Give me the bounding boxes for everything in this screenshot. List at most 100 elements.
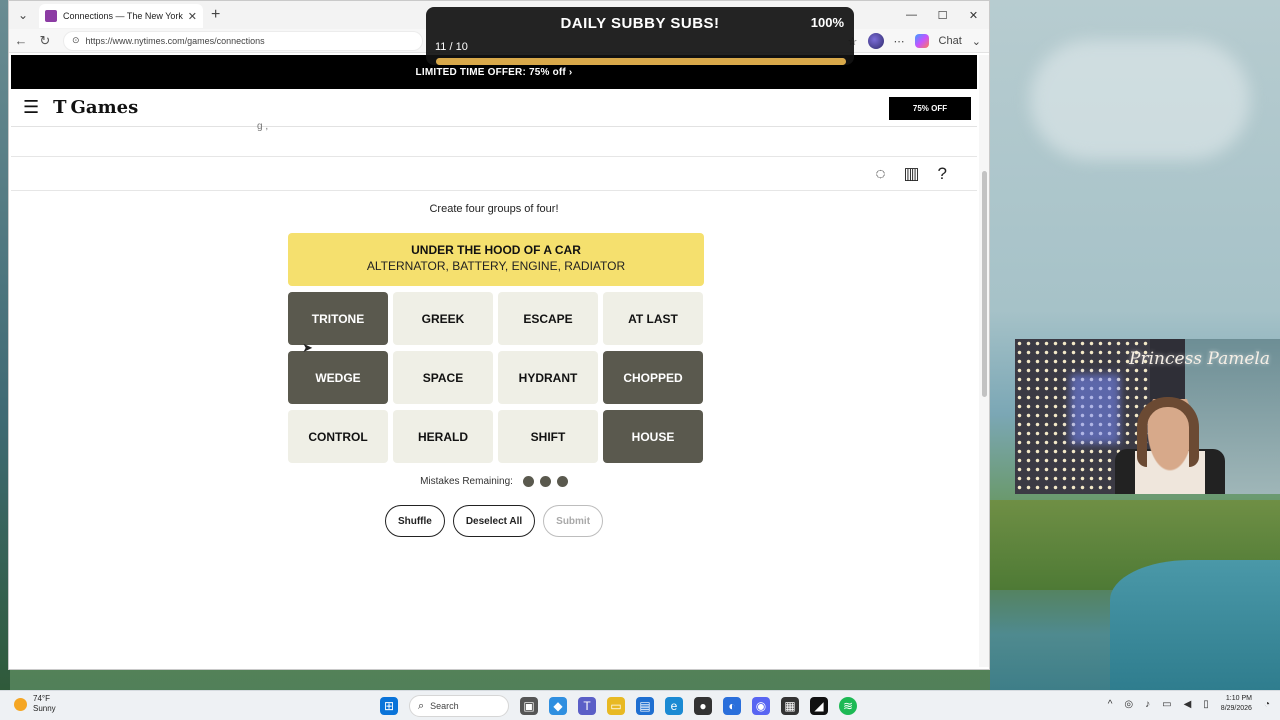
minimize-icon[interactable]: —: [896, 1, 927, 29]
hamburger-menu-icon[interactable]: ☰: [23, 97, 39, 118]
weather-text: 74°F Sunny: [33, 694, 56, 714]
discord-icon[interactable]: ◉: [752, 697, 770, 715]
clock-date: 8/29/2026: [1220, 705, 1252, 712]
nyt-games-logo[interactable]: T Games: [53, 97, 138, 118]
clock[interactable]: 1:10 PM 8/29/2026: [1221, 694, 1252, 714]
tray-chevron-icon[interactable]: ^: [1108, 699, 1113, 710]
word-tile[interactable]: HERALD: [393, 410, 493, 463]
overlay-title: DAILY SUBBY SUBS!: [560, 15, 720, 32]
submit-button[interactable]: Submit: [543, 505, 604, 537]
scrollbar-thumb[interactable]: [982, 171, 987, 397]
solved-group-name: UNDER THE HOOD OF A CAR: [411, 243, 581, 257]
maximize-icon[interactable]: ☐: [927, 1, 958, 29]
word-tile[interactable]: ESCAPE: [498, 292, 598, 345]
url-text: https://www.nytimes.com/games/connection…: [85, 35, 265, 46]
copilot-icon[interactable]: [914, 34, 929, 48]
volume-icon[interactable]: ◀: [1184, 699, 1192, 710]
tab-connections[interactable]: Connections — The New York Tim ✕: [39, 4, 203, 28]
solved-group-words: ALTERNATOR, BATTERY, ENGINE, RADIATOR: [366, 259, 626, 273]
taskbar: 74°F Sunny ⊞ ⌕ Search ▣ ◆ T ▭ ▤ e ● ◐ ◉ …: [0, 690, 1280, 720]
edge-icon[interactable]: e: [665, 697, 683, 715]
webcam-streamer-hair: [1137, 397, 1199, 467]
word-tile[interactable]: GREEK: [393, 292, 493, 345]
hint-lightbulb-icon[interactable]: ◌: [875, 164, 885, 184]
window-controls: — ☐ ✕: [896, 1, 989, 29]
close-window-icon[interactable]: ✕: [958, 1, 989, 29]
obs-icon[interactable]: ●: [694, 697, 712, 715]
game-subheader: g ,: [11, 121, 977, 157]
site-info-icon[interactable]: ⊙: [72, 35, 80, 46]
profile-avatar[interactable]: [867, 33, 884, 49]
weather-temp: 74°F: [33, 694, 50, 703]
chat-chevron-icon[interactable]: ⌄: [972, 35, 981, 48]
deselect-all-button[interactable]: Deselect All: [452, 505, 536, 537]
refresh-icon[interactable]: ↻: [33, 33, 57, 49]
browser-window: ⌄ Connections — The New York Tim ✕ + — ☐…: [8, 0, 990, 670]
display-icon[interactable]: ▭: [1162, 699, 1171, 710]
windows-start-icon[interactable]: ⊞: [380, 697, 398, 715]
taskbar-apps: ⊞ ⌕ Search ▣ ◆ T ▭ ▤ e ● ◐ ◉ ▦ ◢ ≋: [380, 695, 857, 717]
word-tile[interactable]: HOUSE: [603, 410, 703, 463]
address-bar-tools: ☆ ⋯ Chat ⌄: [848, 31, 981, 51]
help-icon[interactable]: ?: [938, 164, 947, 184]
overlay-percent: 100%: [810, 15, 844, 30]
overlay-count: 11 / 10: [435, 41, 468, 53]
copilot-app-icon[interactable]: ◆: [549, 697, 567, 715]
file-explorer-icon[interactable]: ▭: [607, 697, 625, 715]
offer-button[interactable]: 75% OFF: [889, 97, 971, 120]
tile-grid: TRITONE GREEK ESCAPE AT LAST WEDGE SPACE…: [288, 292, 704, 463]
more-menu-icon[interactable]: ⋯: [894, 35, 905, 48]
spotify-icon[interactable]: ≋: [839, 697, 857, 715]
word-tile[interactable]: WEDGE: [288, 351, 388, 404]
wallpaper-water: [1110, 560, 1280, 690]
word-tile[interactable]: CHOPPED: [603, 351, 703, 404]
nyt-logo-mark: T: [53, 97, 67, 118]
game-toolbar: ◌ ▥ ?: [11, 157, 977, 191]
site-header: ☰ T Games 75% OFF: [11, 89, 977, 127]
wallpaper-cloud: [1030, 40, 1250, 160]
chat-label[interactable]: Chat: [939, 35, 962, 47]
taskbar-search[interactable]: ⌕ Search: [409, 695, 509, 717]
mistake-dots: [522, 476, 568, 487]
tab-title: Connections — The New York Tim: [63, 11, 184, 21]
tab-close-icon[interactable]: ✕: [188, 10, 197, 23]
word-tile[interactable]: HYDRANT: [498, 351, 598, 404]
sub-goal-overlay: DAILY SUBBY SUBS! 100% 11 / 10: [426, 7, 854, 65]
mistake-dot: [522, 476, 534, 487]
app-icon-dark[interactable]: ▦: [781, 697, 799, 715]
weather-widget[interactable]: 74°F Sunny: [14, 694, 56, 714]
webcam-blue-glow: [1070, 374, 1120, 444]
search-icon: ⌕: [418, 699, 425, 712]
app-icon-blue[interactable]: ◐: [723, 697, 741, 715]
store-icon[interactable]: ▤: [636, 697, 654, 715]
teams-icon[interactable]: T: [578, 697, 596, 715]
instructions: Create four groups of four!: [429, 203, 559, 215]
word-tile[interactable]: AT LAST: [603, 292, 703, 345]
word-tile[interactable]: SHIFT: [498, 410, 598, 463]
logo-text: Games: [70, 97, 139, 118]
system-tray: ^ ◎ ♪ ▭ ◀ ▯ 1:10 PM 8/29/2026 ◔: [1108, 694, 1270, 714]
overlay-progress-track: [436, 58, 846, 65]
game-actions: Shuffle Deselect All Submit: [11, 505, 977, 537]
tray-app-icon[interactable]: ◎: [1124, 699, 1133, 710]
microphone-icon[interactable]: ♪: [1145, 699, 1150, 710]
streamer-name: Princess Pamela: [1129, 349, 1270, 369]
mistakes-label: Mistakes Remaining:: [420, 476, 513, 487]
stats-chart-icon[interactable]: ▥: [903, 164, 919, 184]
back-arrow-icon[interactable]: ←: [9, 33, 33, 48]
subheader-fragment: g ,: [257, 121, 269, 132]
word-tile[interactable]: SPACE: [393, 351, 493, 404]
mistake-dot: [556, 476, 568, 487]
url-field[interactable]: ⊙ https://www.nytimes.com/games/connecti…: [63, 30, 423, 51]
notifications-icon[interactable]: ◔: [1264, 699, 1270, 710]
new-tab-button[interactable]: +: [211, 6, 220, 24]
app-icon-black[interactable]: ◢: [810, 697, 828, 715]
overlay-progress-fill: [436, 58, 846, 65]
word-tile[interactable]: CONTROL: [288, 410, 388, 463]
word-tile[interactable]: TRITONE: [288, 292, 388, 345]
search-placeholder: Search: [430, 701, 459, 711]
battery-icon[interactable]: ▯: [1203, 699, 1209, 710]
task-view-icon[interactable]: ▣: [520, 697, 538, 715]
tab-list-chevron-icon[interactable]: ⌄: [9, 1, 37, 29]
shuffle-button[interactable]: Shuffle: [384, 505, 445, 537]
